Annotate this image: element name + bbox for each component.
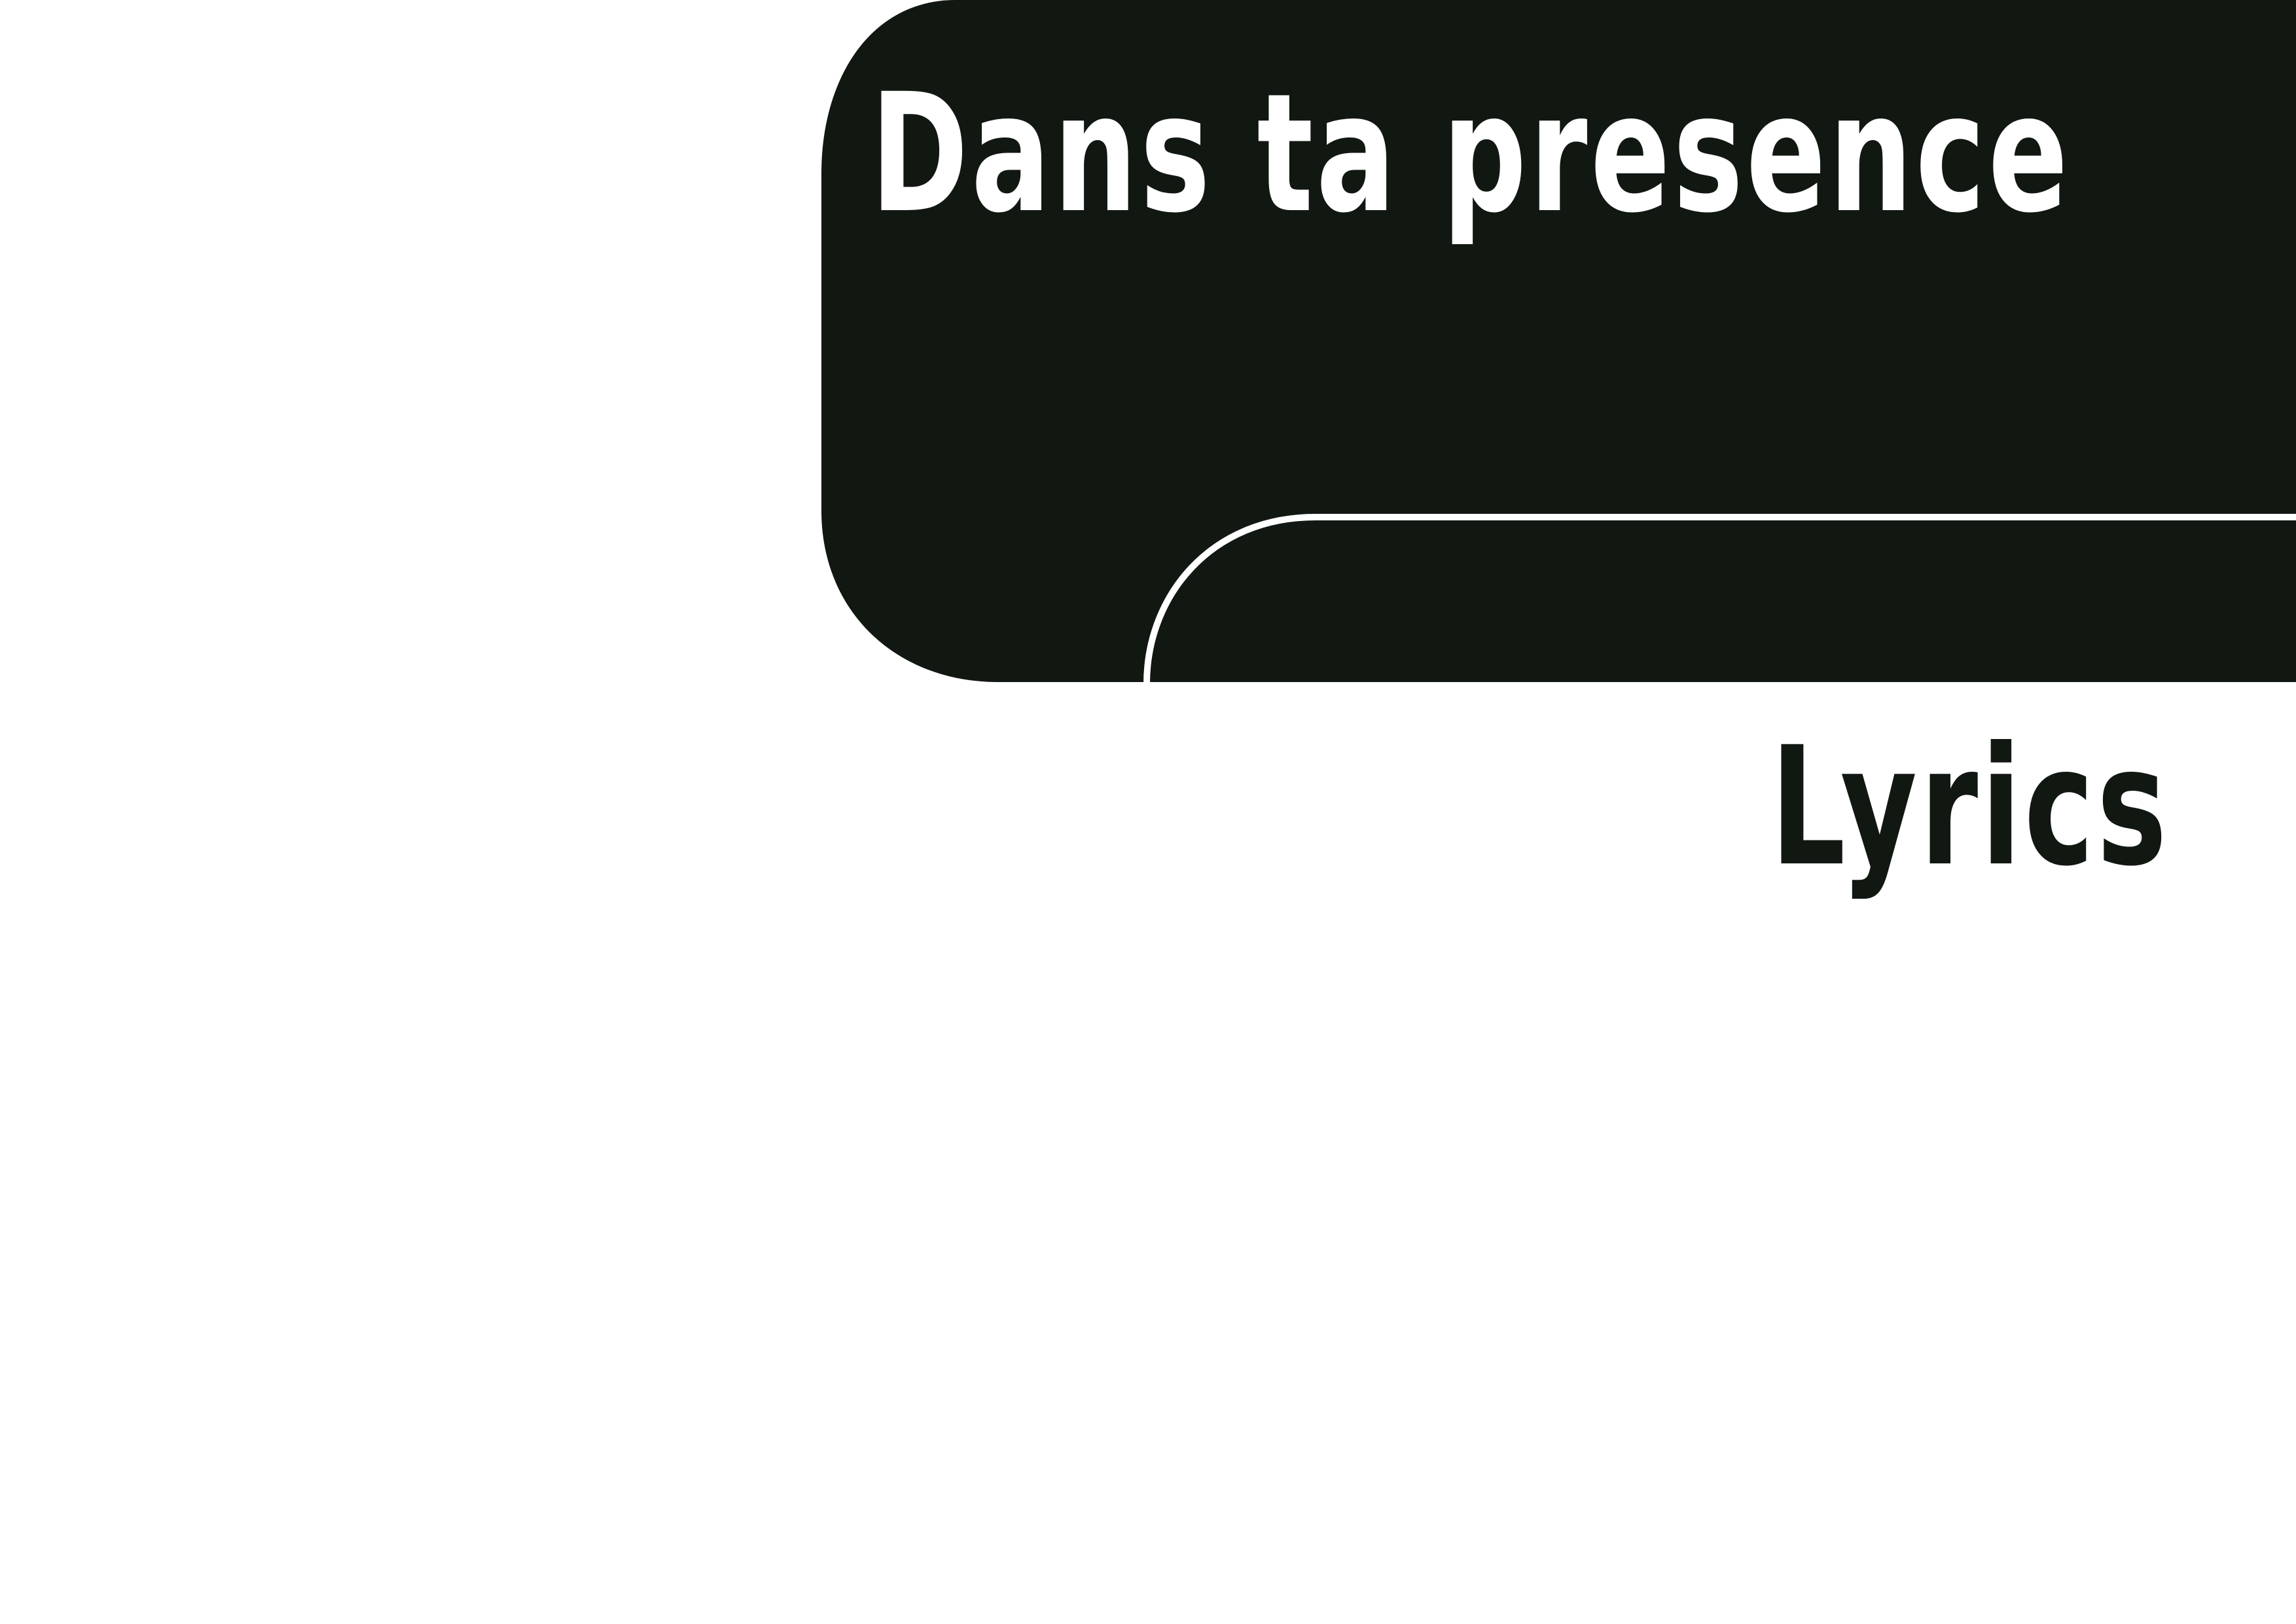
document-subtitle: Lyrics (1770, 712, 2170, 902)
document-title: Dans ta presence (870, 58, 2071, 249)
cover-page: Dans ta presence Lyrics (0, 0, 2296, 1624)
